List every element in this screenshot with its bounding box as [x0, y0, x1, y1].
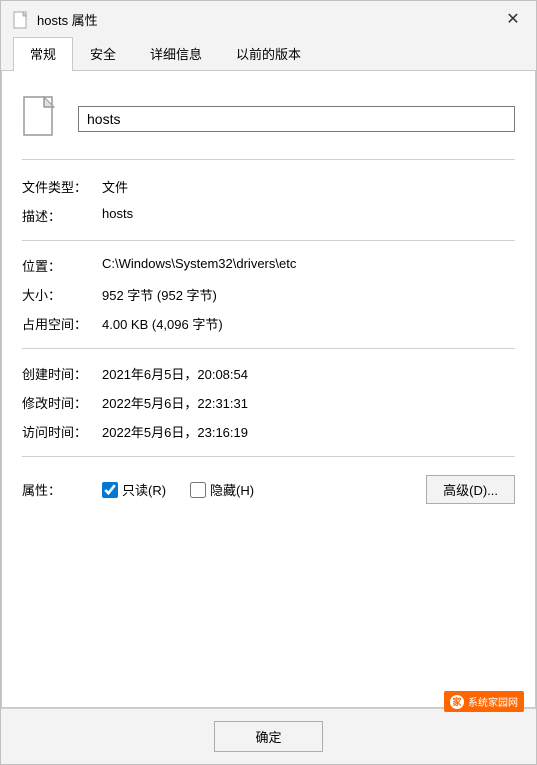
size-on-disk-value: 4.00 KB (4,096 字节)	[102, 314, 515, 333]
watermark-text: 系统家园网	[468, 694, 518, 709]
tab-security[interactable]: 安全	[73, 37, 133, 71]
size-on-disk-label: 占用空间：	[22, 314, 102, 333]
properties-panel: 文件类型： 文件 描述： hosts 位置： C:\Windows\System…	[1, 71, 536, 708]
title-bar: hosts 属性 ✕	[1, 1, 536, 37]
attributes-controls: 只读(R) 隐藏(H) 高级(D)...	[102, 475, 515, 504]
location-value: C:\Windows\System32\drivers\etc	[102, 256, 515, 271]
location-label: 位置：	[22, 256, 102, 275]
window: hosts 属性 ✕ 常规 安全 详细信息 以前的版本	[0, 0, 537, 765]
filetype-label: 文件类型：	[22, 177, 102, 196]
hidden-checkbox[interactable]	[190, 482, 206, 498]
tab-general[interactable]: 常规	[13, 37, 73, 71]
modified-label: 修改时间：	[22, 393, 102, 412]
created-label: 创建时间：	[22, 364, 102, 383]
tab-details[interactable]: 详细信息	[133, 37, 219, 71]
location-row: 位置： C:\Windows\System32\drivers\etc	[22, 251, 515, 280]
attributes-row: 属性： 只读(R) 隐藏(H) 高级(D)...	[22, 467, 515, 512]
file-header	[22, 87, 515, 160]
filetype-row: 文件类型： 文件	[22, 172, 515, 201]
accessed-label: 访问时间：	[22, 422, 102, 441]
tab-bar: 常规 安全 详细信息 以前的版本	[1, 37, 536, 71]
description-value: hosts	[102, 206, 515, 221]
watermark: 家 系统家园网	[444, 691, 524, 712]
readonly-label: 只读(R)	[122, 480, 166, 499]
size-label: 大小：	[22, 285, 102, 304]
readonly-checkbox[interactable]	[102, 482, 118, 498]
created-row: 创建时间： 2021年6月5日，20:08:54	[22, 359, 515, 388]
footer: 确定	[1, 708, 536, 764]
divider-1	[22, 240, 515, 241]
attributes-label: 属性：	[22, 480, 102, 499]
size-row: 大小： 952 字节 (952 字节)	[22, 280, 515, 309]
description-row: 描述： hosts	[22, 201, 515, 230]
size-value: 952 字节 (952 字节)	[102, 285, 515, 304]
title-bar-icon	[13, 11, 29, 27]
hidden-checkbox-item[interactable]: 隐藏(H)	[190, 480, 254, 499]
divider-3	[22, 456, 515, 457]
size-on-disk-row: 占用空间： 4.00 KB (4,096 字节)	[22, 309, 515, 338]
watermark-icon: 家	[450, 695, 464, 709]
file-icon	[22, 95, 62, 143]
accessed-row: 访问时间： 2022年5月6日，23:16:19	[22, 417, 515, 446]
close-button[interactable]: ✕	[490, 1, 536, 37]
description-label: 描述：	[22, 206, 102, 225]
modified-row: 修改时间： 2022年5月6日，22:31:31	[22, 388, 515, 417]
created-value: 2021年6月5日，20:08:54	[102, 364, 515, 383]
modified-value: 2022年5月6日，22:31:31	[102, 393, 515, 412]
window-title: hosts 属性	[37, 10, 490, 29]
advanced-button[interactable]: 高级(D)...	[426, 475, 515, 504]
hidden-label: 隐藏(H)	[210, 480, 254, 499]
ok-button[interactable]: 确定	[214, 721, 322, 752]
filetype-value: 文件	[102, 177, 515, 196]
tab-previous-versions[interactable]: 以前的版本	[219, 37, 318, 71]
divider-2	[22, 348, 515, 349]
readonly-checkbox-item[interactable]: 只读(R)	[102, 480, 166, 499]
filename-input[interactable]	[78, 106, 515, 132]
accessed-value: 2022年5月6日，23:16:19	[102, 422, 515, 441]
